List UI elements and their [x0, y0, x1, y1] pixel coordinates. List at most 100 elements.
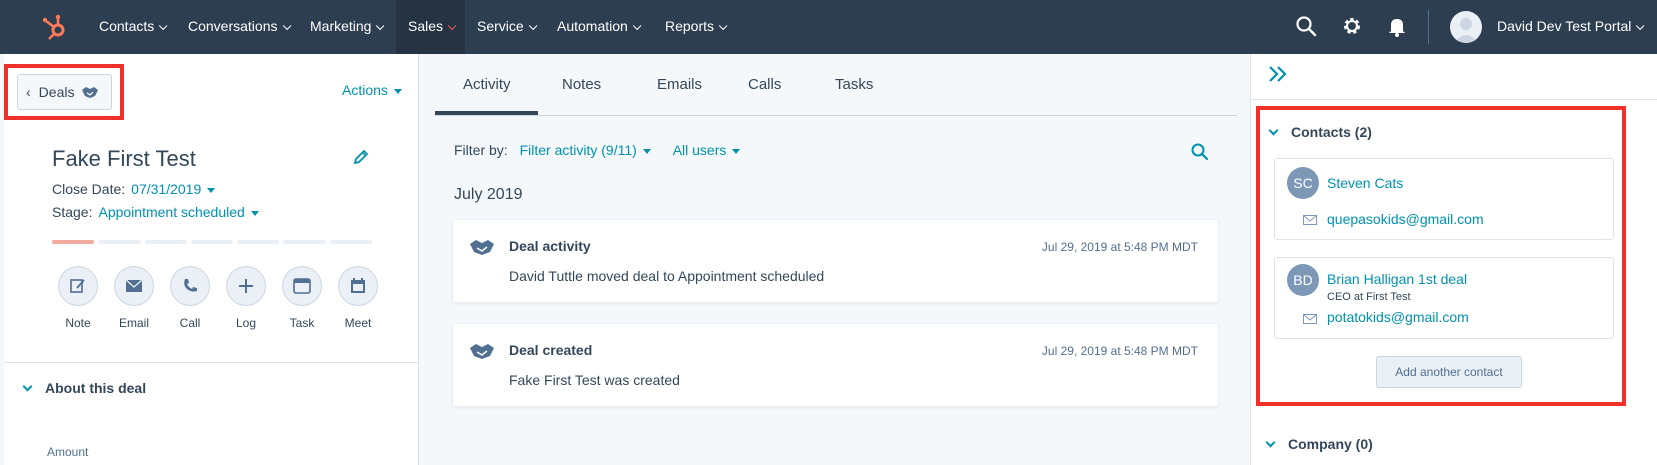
nav-marketing[interactable]: Marketing	[310, 0, 385, 54]
contact-card: SC Steven Cats quepasokids@gmail.com	[1274, 158, 1614, 240]
contact-email[interactable]: quepasokids@gmail.com	[1327, 211, 1484, 227]
bell-icon[interactable]	[1385, 14, 1409, 38]
divider	[4, 362, 419, 363]
stage-segment	[329, 240, 372, 244]
activity-card[interactable]: Deal activity Jul 29, 2019 at 5:48 PM MD…	[452, 219, 1219, 303]
stage-label: Stage:	[52, 204, 93, 220]
about-deal-toggle[interactable]: About this deal	[22, 380, 146, 396]
contacts-section-toggle[interactable]: Contacts (2)	[1268, 124, 1372, 140]
nav-automation[interactable]: Automation	[557, 0, 642, 54]
phone-icon	[184, 279, 197, 292]
task-action[interactable]: Task	[274, 266, 330, 330]
caret-down-icon	[732, 148, 741, 154]
stage-progress-bar	[52, 240, 372, 244]
caret-down-icon	[250, 210, 259, 216]
email-icon	[1303, 215, 1317, 225]
email-icon	[1303, 314, 1317, 324]
email-action[interactable]: Email	[106, 266, 162, 330]
nav-conversations[interactable]: Conversations	[188, 0, 291, 54]
stage-segment	[237, 240, 280, 244]
back-to-deals-button[interactable]: ‹ Deals	[17, 74, 112, 110]
contact-name[interactable]: Steven Cats	[1327, 175, 1403, 191]
user-avatar[interactable]	[1450, 11, 1482, 43]
activity-card[interactable]: Deal created Jul 29, 2019 at 5:48 PM MDT…	[452, 323, 1219, 407]
chevron-down-icon	[632, 21, 642, 31]
tab-calls[interactable]: Calls	[748, 76, 781, 93]
activity-title: Deal created	[509, 342, 593, 358]
tab-tasks[interactable]: Tasks	[835, 76, 873, 93]
nav-service[interactable]: Service	[477, 0, 538, 54]
divider	[1251, 99, 1657, 100]
activity-date: Jul 29, 2019 at 5:48 PM MDT	[1041, 240, 1198, 254]
month-header: July 2019	[454, 186, 523, 203]
contact-name[interactable]: Brian Halligan 1st deal	[1327, 271, 1467, 287]
caret-down-icon	[642, 148, 651, 154]
email-icon	[125, 279, 143, 292]
close-date-label: Close Date:	[52, 181, 126, 197]
associations-sidebar: Contacts (2) SC Steven Cats quepasokids@…	[1250, 54, 1657, 465]
highlight-box-deals: ‹ Deals	[4, 64, 124, 120]
handshake-icon	[470, 344, 494, 359]
nav-sales[interactable]: Sales	[396, 0, 466, 54]
top-navigation-bar: Contacts Conversations Marketing Sales S…	[0, 0, 1657, 54]
highlight-box-contacts: Contacts (2) SC Steven Cats quepasokids@…	[1256, 106, 1626, 406]
sprocket-logo[interactable]	[40, 12, 70, 42]
user-silhouette-icon	[1454, 18, 1478, 43]
tab-emails[interactable]: Emails	[657, 76, 702, 93]
add-contact-button[interactable]: Add another contact	[1376, 356, 1522, 388]
activity-title: Deal activity	[509, 238, 591, 254]
chevron-down-icon	[528, 21, 538, 31]
filter-activity-dropdown[interactable]: Filter activity (9/11)	[520, 142, 651, 158]
task-icon	[293, 278, 311, 294]
stage-field: Stage: Appointment scheduled	[52, 204, 259, 220]
chevron-down-icon	[718, 21, 728, 31]
meet-action[interactable]: Meet	[330, 266, 386, 330]
filter-users-dropdown[interactable]: All users	[673, 142, 741, 158]
activity-tabs: Activity Notes Emails Calls Tasks	[435, 54, 1237, 116]
filter-label: Filter by:	[454, 142, 508, 158]
actions-dropdown[interactable]: Actions	[342, 82, 402, 98]
stage-segment	[52, 240, 95, 244]
nav-reports[interactable]: Reports	[665, 0, 728, 54]
handshake-icon	[82, 87, 98, 98]
close-date-field: Close Date: 07/31/2019	[52, 181, 216, 197]
call-action[interactable]: Call	[162, 266, 218, 330]
double-chevron-right-icon[interactable]	[1267, 64, 1289, 84]
deal-name: Fake First Test	[52, 146, 196, 171]
close-date-value[interactable]: 07/31/2019	[131, 181, 216, 197]
search-icon[interactable]	[1294, 14, 1318, 38]
chevron-down-icon	[1268, 125, 1279, 136]
contact-email[interactable]: potatokids@gmail.com	[1327, 309, 1469, 325]
tab-activity[interactable]: Activity	[463, 76, 511, 93]
active-tab-indicator	[435, 111, 538, 115]
avatar: BD	[1287, 264, 1319, 296]
deal-sidebar: ‹ Deals Actions Fake First Test Close Dat…	[4, 54, 419, 465]
handshake-icon	[470, 240, 494, 255]
activity-body: David Tuttle moved deal to Appointment s…	[509, 268, 825, 284]
log-action[interactable]: Log	[218, 266, 274, 330]
filter-row: Filter by: Filter activity (9/11) All us…	[454, 142, 741, 158]
avatar: SC	[1287, 167, 1319, 199]
stage-segment	[98, 240, 141, 244]
search-activity-icon[interactable]	[1190, 142, 1210, 162]
activity-body: Fake First Test was created	[509, 372, 680, 388]
gear-icon[interactable]	[1340, 14, 1364, 38]
plus-icon	[239, 279, 253, 293]
caret-down-icon	[393, 88, 402, 94]
chevron-down-icon	[1636, 21, 1645, 31]
activity-panel: Activity Notes Emails Calls Tasks Filter…	[420, 54, 1250, 465]
pencil-icon[interactable]	[352, 148, 370, 166]
account-menu[interactable]: David Dev Test Portal	[1497, 0, 1645, 54]
note-action[interactable]: Note	[50, 266, 106, 330]
stage-segment	[283, 240, 326, 244]
stage-value[interactable]: Appointment scheduled	[98, 204, 259, 220]
chevron-down-icon	[159, 21, 168, 31]
tab-notes[interactable]: Notes	[562, 76, 601, 93]
company-section-toggle[interactable]: Company (0)	[1265, 436, 1373, 452]
chevron-down-icon	[376, 21, 385, 31]
stage-segment	[144, 240, 187, 244]
contact-card: BD Brian Halligan 1st deal CEO at First …	[1274, 257, 1614, 339]
chevron-down-icon	[447, 21, 457, 31]
calendar-icon	[351, 278, 365, 293]
nav-contacts[interactable]: Contacts	[99, 0, 168, 54]
